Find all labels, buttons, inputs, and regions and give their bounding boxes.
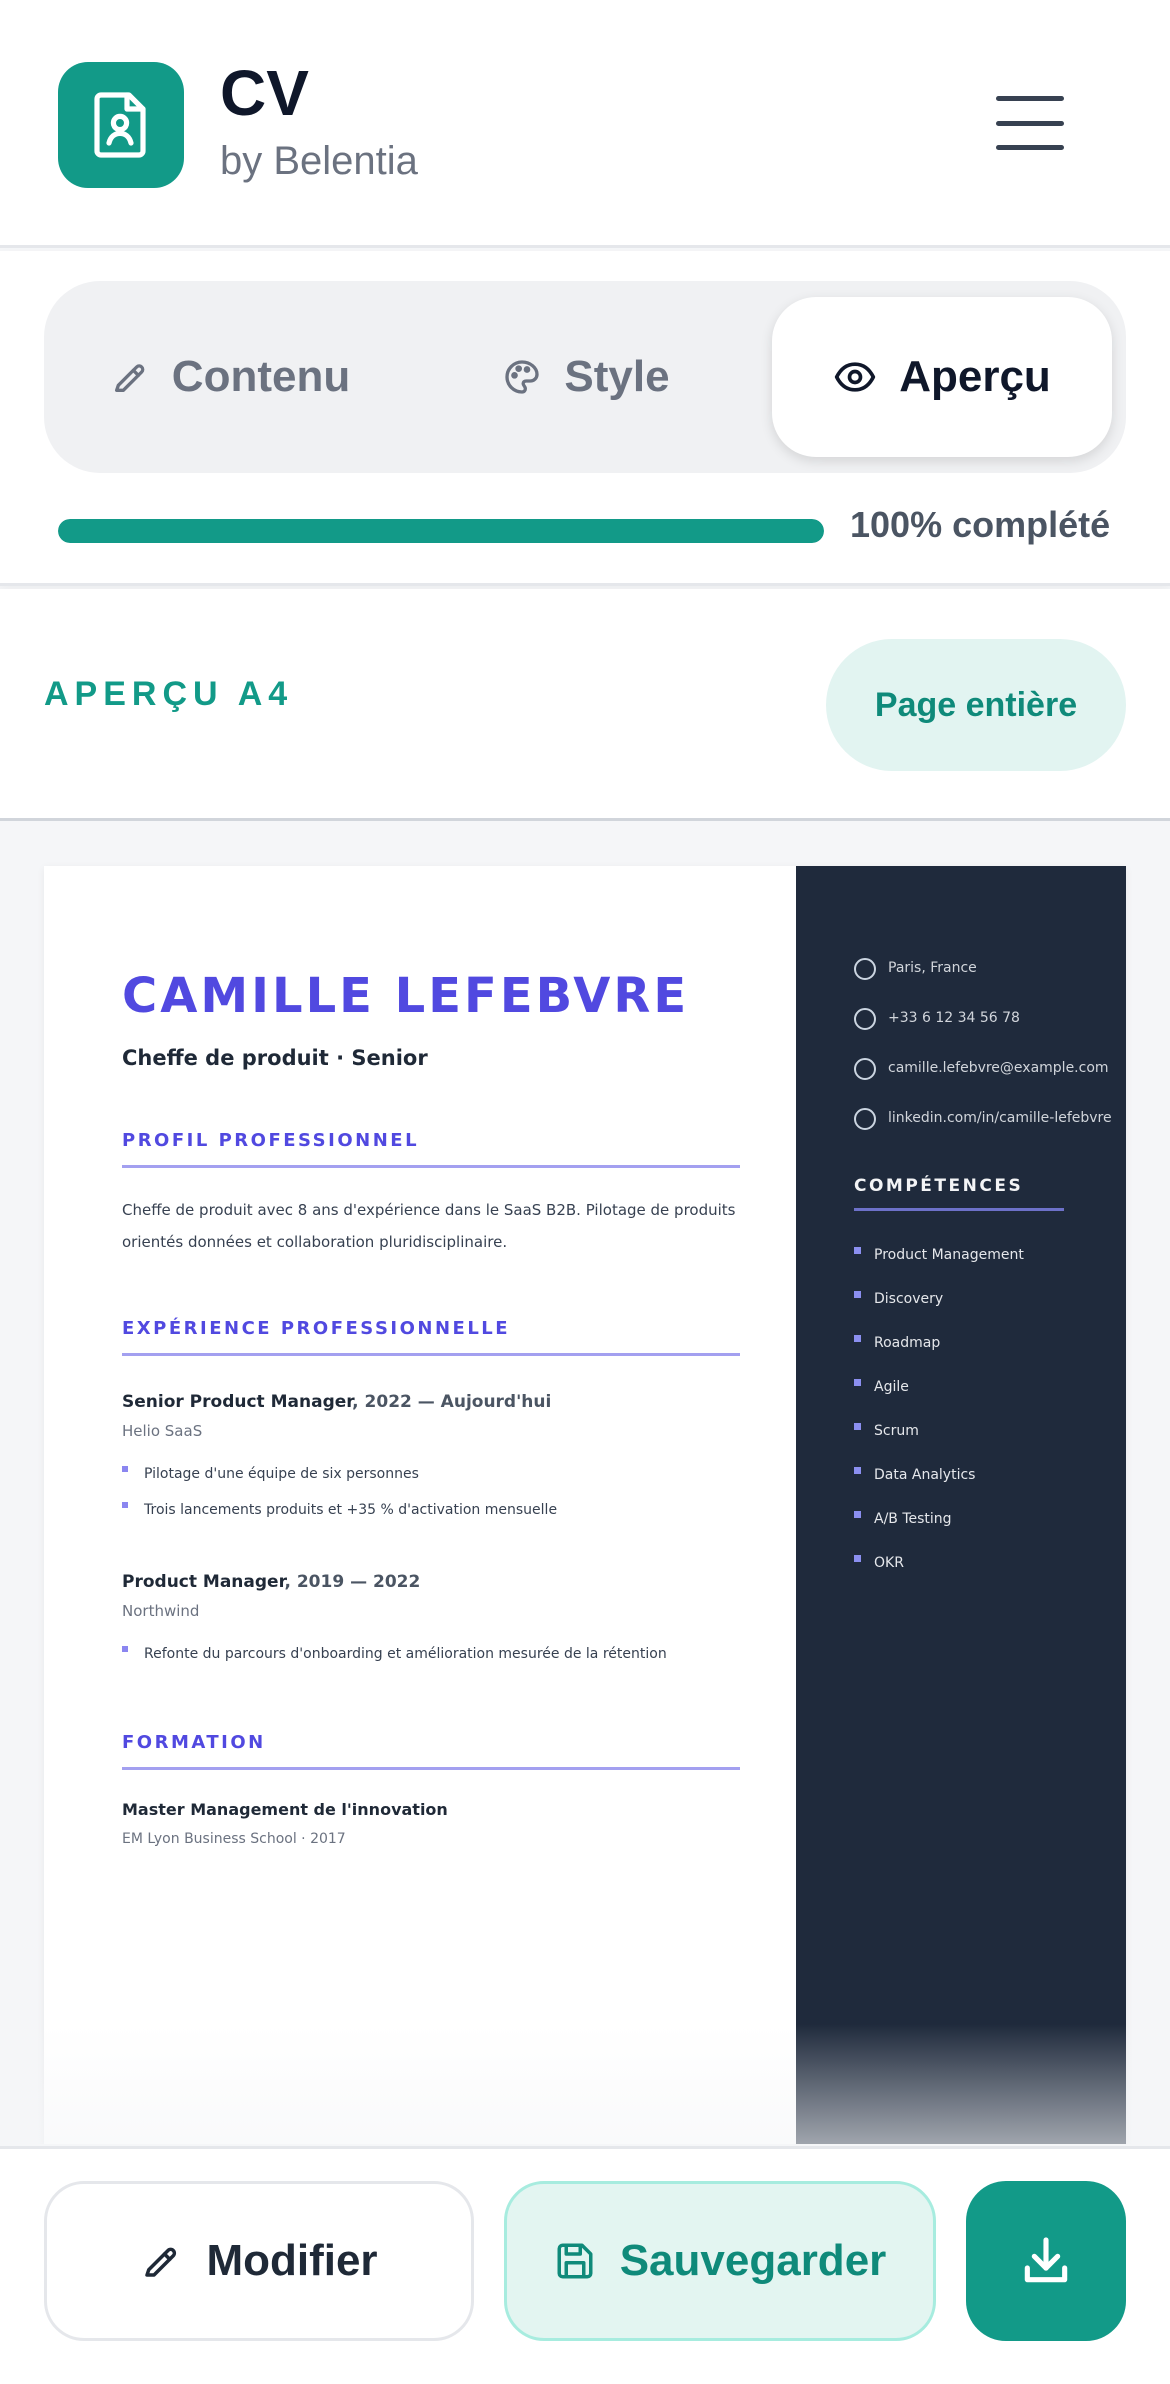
cv-skill: Agile (854, 1365, 1126, 1409)
cv-skill: Data Analytics (854, 1453, 1126, 1497)
cv-contact-location: Paris, France (854, 954, 1126, 982)
completion-label: 100% complété (850, 504, 1111, 545)
progress-fill (58, 519, 824, 543)
cv-job-bullet: Trois lancements produits et +35 % d'act… (122, 1492, 740, 1528)
hamburger-menu-button[interactable] (990, 90, 1070, 156)
palette-icon (505, 360, 540, 394)
cv-job-bullets: Pilotage d'une équipe de six personnes T… (122, 1456, 740, 1528)
cv-skills-title: COMPÉTENCES (854, 1176, 1064, 1211)
cv-section-profile-title: PROFIL PROFESSIONNEL (122, 1130, 740, 1168)
cv-skill: Roadmap (854, 1321, 1126, 1365)
cv-role: Cheffe de produit · Senior (122, 1046, 428, 1070)
cv-profile-text: Cheffe de produit avec 8 ans d'expérienc… (122, 1201, 736, 1251)
tab-apercu-label: Aperçu (899, 352, 1051, 401)
tab-bar: Contenu Style Aperçu (44, 281, 1126, 473)
cv-job: Product Manager, 2019 — 2022 Northwind R… (122, 1572, 740, 1672)
tab-apercu[interactable]: Aperçu (772, 297, 1112, 457)
cv-main-column: CAMILLE LEFEBVRE Cheffe de produit · Sen… (44, 866, 796, 2144)
cv-section-education-title: FORMATION (122, 1732, 740, 1770)
cv-section-experience-title: EXPÉRIENCE PROFESSIONNELLE (122, 1318, 740, 1356)
app-subtitle: by Belentia (220, 139, 418, 183)
tab-style-label: Style (564, 352, 670, 401)
cv-education-degree: Master Management de l'innovation (122, 1800, 448, 1819)
cv-job-bullets: Refonte du parcours d'onboarding et amél… (122, 1636, 740, 1672)
modify-button[interactable]: Modifier (44, 2181, 474, 2341)
cv-job-company: Northwind (122, 1602, 200, 1620)
cv-job-bullet: Pilotage d'une équipe de six personnes (122, 1456, 740, 1492)
download-button[interactable] (966, 2181, 1126, 2341)
save-button[interactable]: Sauvegarder (504, 2181, 936, 2341)
cv-job-dates: , 2019 — 2022 (284, 1572, 421, 1592)
cv-contact-email: camille.lefebvre@example.com (854, 1054, 1126, 1082)
cv-job-company: Helio SaaS (122, 1422, 203, 1440)
tab-contenu[interactable]: Contenu (60, 297, 400, 457)
cv-job: Senior Product Manager, 2022 — Aujourd'h… (122, 1392, 740, 1528)
cv-job-dates: , 2022 — Aujourd'hui (352, 1392, 552, 1412)
modify-button-label: Modifier (206, 2236, 378, 2285)
cv-contact-linkedin: linkedin.com/in/camille-lefebvre (854, 1104, 1126, 1132)
cv-skill: Discovery (854, 1277, 1126, 1321)
cv-skill: OKR (854, 1541, 1126, 1585)
bottom-action-bar: Modifier Sauvegarder (0, 2146, 1170, 2384)
pencil-icon (145, 2247, 177, 2277)
cv-contact-phone: +33 6 12 34 56 78 (854, 1004, 1126, 1032)
full-page-button[interactable]: Page entière (826, 639, 1126, 771)
cv-sidebar: Paris, France +33 6 12 34 56 78 camille.… (796, 866, 1126, 2144)
cv-skills-list: Product Management Discovery Roadmap Agi… (854, 1233, 1126, 1585)
cv-education-school: EM Lyon Business School · 2017 (122, 1831, 346, 1847)
completion-progress-bar (58, 519, 824, 543)
editor-tabs-section: Contenu Style Aperçu 100% complété (0, 251, 1170, 586)
tab-style[interactable]: Style (416, 297, 756, 457)
pencil-icon (114, 364, 145, 392)
hamburger-icon (996, 96, 1064, 101)
download-icon (1024, 2237, 1068, 2283)
app-title: CV (220, 57, 309, 129)
resume-icon (58, 62, 184, 188)
cv-skill: Product Management (854, 1233, 1126, 1277)
preview-toolbar: APERÇU A4 Page entière (0, 589, 1170, 821)
cv-job-title: Senior Product Manager (122, 1392, 353, 1412)
app-header: CV by Belentia (0, 0, 1170, 248)
cv-sheet: CAMILLE LEFEBVRE Cheffe de produit · Sen… (44, 866, 1126, 2144)
cv-preview-area[interactable]: CAMILLE LEFEBVRE Cheffe de produit · Sen… (0, 824, 1170, 2144)
cv-job-bullet: Refonte du parcours d'onboarding et amél… (122, 1636, 740, 1672)
save-button-label: Sauvegarder (619, 2236, 887, 2285)
save-icon (557, 2243, 593, 2279)
cv-name: CAMILLE LEFEBVRE (122, 968, 690, 1024)
tab-contenu-label: Contenu (171, 352, 351, 401)
preview-format-label: APERÇU A4 (44, 675, 294, 713)
cv-skill: Scrum (854, 1409, 1126, 1453)
cv-skill: A/B Testing (854, 1497, 1126, 1541)
eye-icon (835, 362, 876, 392)
cv-job-title: Product Manager (122, 1572, 285, 1592)
